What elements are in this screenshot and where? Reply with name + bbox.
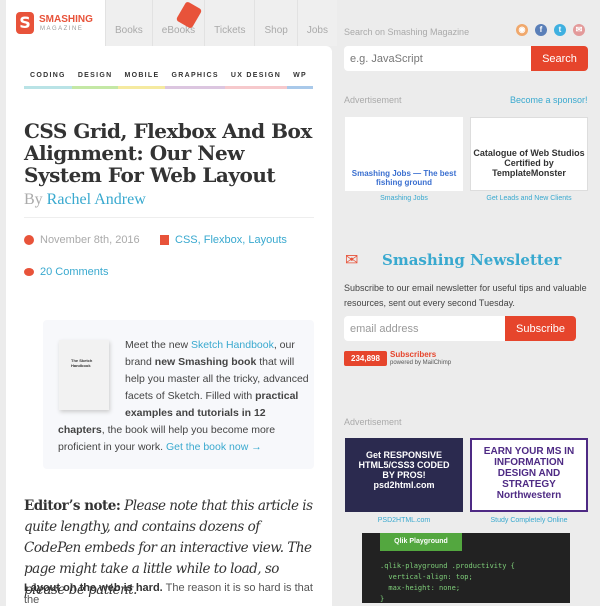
category-nav: CODING DESIGN MOBILE GRAPHICS UX DESIGN WP	[24, 72, 313, 89]
search-label: Search on Smashing Magazine	[344, 27, 470, 37]
subscribe-button[interactable]: Subscribe	[505, 316, 576, 341]
tag-icon	[160, 235, 169, 245]
social-icons: ◉ f t ✉	[516, 24, 585, 36]
ad-northwestern[interactable]: EARN YOUR MS IN INFORMATION DESIGN AND S…	[470, 438, 588, 512]
logo[interactable]: S SMASHING MAGAZINE	[6, 0, 105, 46]
code-line: vertical-align: top;	[380, 573, 473, 581]
ad-smashing-jobs[interactable]: Smashing Jobs — The best fishing ground	[345, 117, 463, 191]
tab-books[interactable]: Books	[105, 0, 152, 46]
sketch-handbook-link[interactable]: Sketch Handbook	[191, 339, 274, 351]
tags: CSS, Flexbox, Layouts	[160, 234, 287, 246]
qlik-ad[interactable]: Qlik Playground .qlik-playground .produc…	[362, 533, 570, 603]
book-promo: The Sketch Handbook Meet the new Sketch …	[43, 320, 314, 469]
ad-caption[interactable]: Get Leads and New Clients	[470, 195, 588, 202]
facebook-icon[interactable]: f	[535, 24, 547, 36]
email-icon[interactable]: ✉	[573, 24, 585, 36]
editors-note-label: Editor’s note:	[24, 498, 121, 514]
logo-sub: MAGAZINE	[40, 26, 84, 32]
get-book-link[interactable]: Get the book now →	[166, 441, 262, 453]
ad-psd2html[interactable]: Get RESPONSIVE HTML5/CSS3 CODED BY PROS!…	[345, 438, 463, 512]
tags-links[interactable]: CSS, Flexbox, Layouts	[175, 234, 287, 246]
newsletter-envelope-icon: ✉	[345, 252, 359, 269]
ad-caption[interactable]: Smashing Jobs	[345, 195, 463, 202]
comment-icon	[24, 268, 34, 276]
ad-label: Advertisement	[344, 95, 402, 105]
category-graphics[interactable]: GRAPHICS	[165, 72, 225, 89]
logo-name: SMASHING	[39, 14, 93, 25]
qlik-badge: Qlik Playground	[380, 533, 462, 551]
ad-template-monster[interactable]: Catalogue of Web Studios Certified by Te…	[470, 117, 588, 191]
search-input[interactable]: e.g. JavaScript	[344, 46, 531, 71]
date: November 8th, 2016	[24, 234, 140, 246]
category-design[interactable]: DESIGN	[71, 72, 119, 89]
become-sponsor-link[interactable]: Become a sponsor!	[510, 95, 588, 105]
subscribers-label: Subscribers	[390, 350, 437, 359]
lead-bold: Layout on the web is hard.	[24, 582, 163, 594]
powered-by-mailchimp: powered by MailChimp	[390, 360, 452, 366]
newsletter-desc: Subscribe to our email newsletter for us…	[344, 283, 587, 308]
top-nav: Books eBooks Tickets Shop Jobs	[105, 0, 337, 46]
ad-label-2: Advertisement	[344, 417, 402, 427]
code-line: .qlik-playground .productivity {	[380, 562, 515, 570]
category-wp[interactable]: WP	[287, 72, 313, 89]
comments-link[interactable]: 20 Comments	[40, 266, 108, 278]
promo-b1: new Smashing book	[154, 356, 257, 368]
twitter-icon[interactable]: t	[554, 24, 566, 36]
category-ux-design[interactable]: UX DESIGN	[224, 72, 288, 89]
subscriber-count: 234,898	[344, 351, 387, 366]
code-line: max-height: none;	[380, 584, 461, 592]
category-mobile[interactable]: MOBILE	[118, 72, 166, 89]
comments: 20 Comments	[24, 266, 108, 278]
code-snippet: .qlik-playground .productivity { vertica…	[380, 561, 515, 605]
newsletter-title: Smashing Newsletter	[382, 251, 562, 269]
byline: By Rachel Andrew	[24, 191, 146, 209]
tab-shop[interactable]: Shop	[254, 0, 297, 46]
ad-caption[interactable]: PSD2HTML.com	[345, 517, 463, 524]
author-link[interactable]: Rachel Andrew	[47, 191, 146, 208]
promo-t1: Meet the new	[125, 339, 191, 351]
logo-icon: S	[16, 12, 34, 34]
search-button[interactable]: Search	[531, 46, 588, 71]
ad-caption[interactable]: Study Completely Online	[470, 517, 588, 524]
promo-text: Meet the new Sketch Handbook, our brand …	[58, 337, 313, 456]
rss-icon[interactable]: ◉	[516, 24, 528, 36]
email-input[interactable]: email address	[344, 316, 505, 341]
divider	[24, 217, 314, 218]
article-title: CSS Grid, Flexbox And Box Alignment: Our…	[24, 119, 312, 187]
lead-paragraph: Layout on the web is hard. The reason it…	[24, 582, 324, 606]
by-label: By	[24, 191, 43, 208]
clock-icon	[24, 235, 34, 245]
tab-jobs[interactable]: Jobs	[296, 0, 337, 46]
category-coding[interactable]: CODING	[24, 72, 72, 89]
date-text: November 8th, 2016	[40, 234, 140, 246]
tab-tickets[interactable]: Tickets	[204, 0, 255, 46]
